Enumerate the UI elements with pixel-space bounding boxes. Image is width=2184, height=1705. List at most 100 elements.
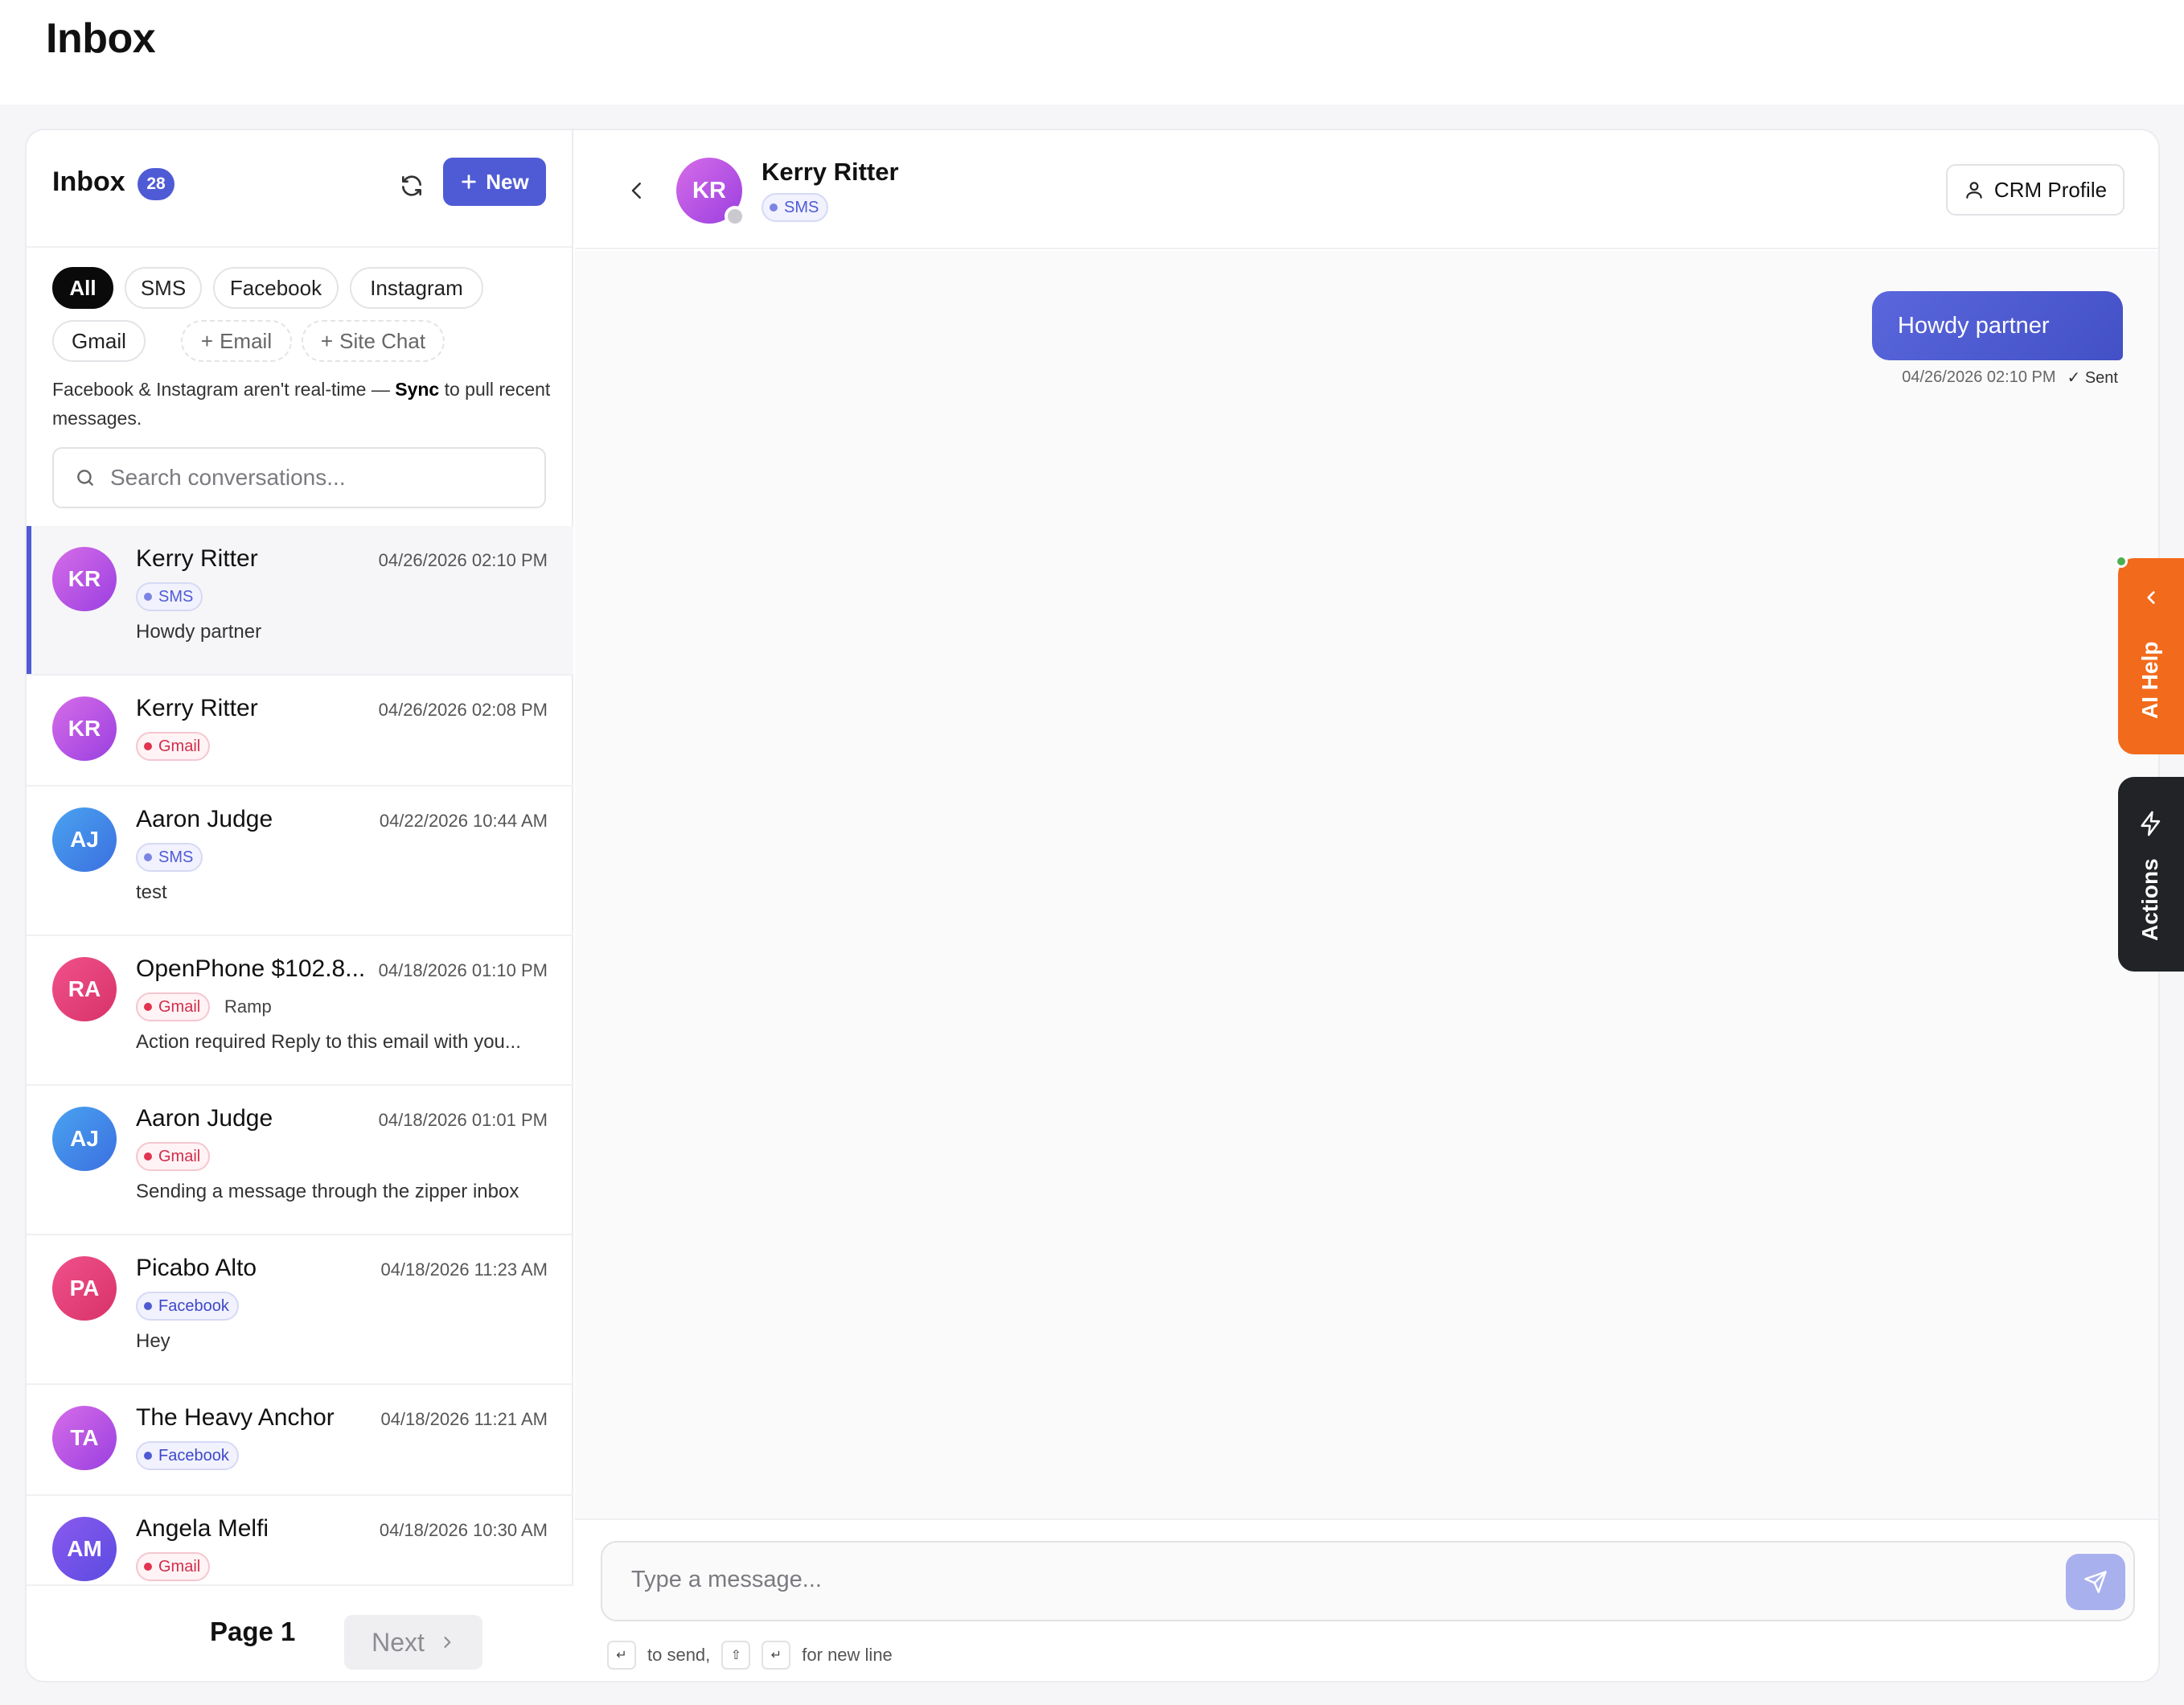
crm-profile-button[interactable]: CRM Profile bbox=[1946, 164, 2124, 216]
channel-dot bbox=[144, 1152, 152, 1161]
channel-label: SMS bbox=[158, 587, 194, 606]
add-site-chat-filter[interactable]: + Site Chat bbox=[302, 320, 445, 362]
back-button[interactable] bbox=[617, 170, 657, 211]
message-time: 04/26/2026 02:10 PM bbox=[1902, 368, 2056, 386]
channel-dot bbox=[144, 1302, 152, 1310]
ai-help-label: AI Help bbox=[2137, 641, 2162, 719]
send-icon bbox=[2084, 1571, 2107, 1593]
message-preview: Action required Reply to this email with… bbox=[136, 1031, 521, 1053]
chat-panel: KR Kerry Ritter SMS CRM Profile Howdy pa… bbox=[575, 130, 2158, 1681]
channel-dot bbox=[770, 203, 778, 212]
search-icon bbox=[77, 470, 93, 486]
refresh-button[interactable] bbox=[392, 166, 432, 206]
hint-send: to send, bbox=[647, 1645, 711, 1665]
conversation-item[interactable]: KR Kerry Ritter 04/26/2026 02:08 PM Gmai… bbox=[27, 676, 573, 787]
channel-dot bbox=[144, 1452, 152, 1460]
add-email-filter[interactable]: + Email bbox=[181, 320, 292, 362]
conversation-list: KR Kerry Ritter 04/26/2026 02:10 PM SMS … bbox=[27, 526, 573, 1584]
filter-facebook[interactable]: Facebook bbox=[213, 267, 339, 309]
ai-help-tab[interactable]: AI Help bbox=[2118, 558, 2184, 754]
search-conversations[interactable]: Search conversations... bbox=[52, 447, 546, 508]
channel-label: Gmail bbox=[158, 737, 201, 755]
channel-badge: Gmail bbox=[136, 1142, 211, 1171]
avatar: KR bbox=[52, 696, 117, 761]
page-indicator: Page 1 bbox=[210, 1617, 296, 1646]
conversation-time: 04/26/2026 02:08 PM bbox=[378, 700, 548, 720]
conversation-item[interactable]: RA OpenPhone $102.8... 04/18/2026 01:10 … bbox=[27, 936, 573, 1086]
avatar: PA bbox=[52, 1256, 117, 1321]
avatar: TA bbox=[52, 1406, 117, 1470]
message-thread: Howdy partner 04/26/2026 02:10 PM ✓ Sent bbox=[575, 251, 2158, 1647]
filter-gmail[interactable]: Gmail bbox=[52, 320, 146, 362]
lightning-icon bbox=[2141, 811, 2161, 836]
filter-sms[interactable]: SMS bbox=[125, 267, 202, 309]
sync-note: Facebook & Instagram aren't real-time — … bbox=[52, 375, 551, 433]
conversation-time: 04/18/2026 01:10 PM bbox=[378, 960, 548, 980]
filter-instagram[interactable]: Instagram bbox=[350, 267, 483, 309]
pagination: Page 1 Next bbox=[27, 1584, 573, 1681]
channel-badge: Gmail bbox=[136, 992, 211, 1021]
message-composer[interactable]: Type a message... bbox=[601, 1541, 2135, 1621]
crm-profile-label: CRM Profile bbox=[1993, 177, 2108, 202]
conversation-time: 04/18/2026 10:30 AM bbox=[379, 1520, 548, 1540]
contact-name: The Heavy Anchor bbox=[136, 1404, 335, 1431]
channel-label: SMS bbox=[158, 848, 194, 866]
search-input[interactable]: Search conversations... bbox=[110, 465, 346, 491]
actions-tab[interactable]: Actions bbox=[2118, 777, 2184, 972]
conversation-time: 04/18/2026 01:01 PM bbox=[378, 1110, 548, 1130]
hint-newline: for new line bbox=[802, 1645, 893, 1665]
conversation-time: 04/18/2026 11:23 AM bbox=[380, 1259, 548, 1280]
filter-all[interactable]: All bbox=[52, 267, 113, 309]
keyboard-hints: ↵ to send, ⇧ ↵ for new line bbox=[607, 1641, 893, 1670]
filter-label: Site Chat bbox=[339, 328, 426, 353]
send-button[interactable] bbox=[2066, 1554, 2125, 1610]
channel-badge: SMS bbox=[136, 582, 203, 611]
channel-dot bbox=[144, 853, 152, 861]
check-icon: ✓ bbox=[2067, 369, 2081, 387]
inbox-title: Inbox bbox=[52, 166, 125, 197]
channel-label: Gmail bbox=[158, 1557, 201, 1576]
conversation-item[interactable]: AM Angela Melfi 04/18/2026 10:30 AM Gmai… bbox=[27, 1496, 573, 1584]
conversation-item[interactable]: TA The Heavy Anchor 04/18/2026 11:21 AM … bbox=[27, 1385, 573, 1496]
channel-badge: Gmail bbox=[136, 732, 211, 761]
conversation-item[interactable]: PA Picabo Alto 04/18/2026 11:23 AM Faceb… bbox=[27, 1235, 573, 1385]
new-button-label: New bbox=[486, 169, 529, 194]
message-meta: 04/26/2026 02:10 PM ✓ Sent bbox=[1902, 368, 2118, 388]
avatar: AM bbox=[52, 1517, 117, 1581]
shift-key-icon: ⇧ bbox=[721, 1641, 751, 1670]
message-preview: Howdy partner bbox=[136, 621, 262, 643]
plus-icon: + bbox=[320, 328, 334, 353]
message-input[interactable]: Type a message... bbox=[631, 1567, 822, 1593]
conversation-panel: Inbox 28 New All SMS Facebook Instagram … bbox=[27, 130, 573, 1681]
message-preview: Hey bbox=[136, 1330, 170, 1352]
next-page-button[interactable]: Next bbox=[344, 1615, 482, 1670]
avatar: AJ bbox=[52, 1107, 117, 1171]
conversation-item[interactable]: AJ Aaron Judge 04/22/2026 10:44 AM SMS t… bbox=[27, 787, 573, 936]
contact-name: Kerry Ritter bbox=[136, 695, 258, 721]
message-preview: test bbox=[136, 881, 167, 903]
inbox-card: Inbox 28 New All SMS Facebook Instagram … bbox=[25, 129, 2160, 1682]
new-conversation-button[interactable]: New bbox=[443, 158, 546, 206]
enter-key-icon: ↵ bbox=[607, 1641, 636, 1670]
refresh-icon bbox=[402, 175, 421, 196]
filter-label: Facebook bbox=[229, 275, 322, 300]
conversation-item[interactable]: AJ Aaron Judge 04/18/2026 01:01 PM Gmail… bbox=[27, 1086, 573, 1235]
channel-badge: SMS bbox=[136, 843, 203, 872]
actions-label: Actions bbox=[2137, 858, 2162, 941]
sync-link[interactable]: Sync bbox=[395, 379, 439, 400]
filter-label: All bbox=[69, 275, 96, 300]
top-bar: Inbox bbox=[0, 0, 2184, 105]
filter-label: Instagram bbox=[370, 275, 463, 300]
message-bubble: Howdy partner bbox=[1872, 291, 2123, 360]
message-status: ✓ Sent bbox=[2067, 368, 2118, 388]
channel-dot bbox=[144, 593, 152, 601]
enter-key-icon: ↵ bbox=[762, 1641, 791, 1670]
chevron-right-icon bbox=[444, 1637, 451, 1648]
conversation-item[interactable]: KR Kerry Ritter 04/26/2026 02:10 PM SMS … bbox=[27, 526, 573, 676]
presence-indicator bbox=[725, 206, 745, 227]
chevron-left-icon bbox=[2147, 591, 2155, 604]
sender-name: Ramp bbox=[224, 996, 272, 1017]
avatar: RA bbox=[52, 957, 117, 1021]
channel-badge: Gmail bbox=[136, 1552, 211, 1581]
status-label: Sent bbox=[2084, 369, 2118, 387]
